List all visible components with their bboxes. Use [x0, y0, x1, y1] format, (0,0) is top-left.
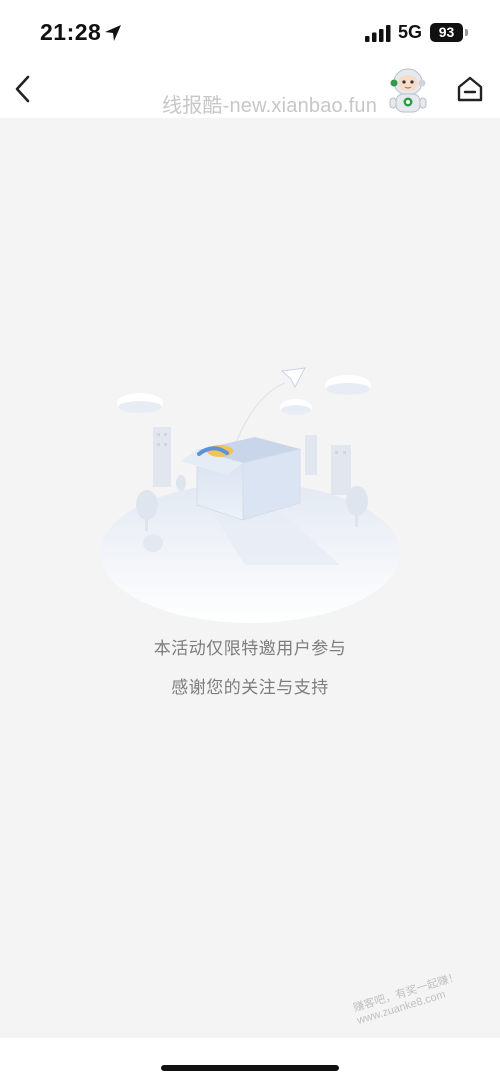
- watermark-text: 线报酷-new.xianbao.fun: [162, 95, 378, 117]
- home-icon[interactable]: [455, 74, 485, 104]
- header-area: 21:28 5G 93 线报酷-new.xianbao.fun: [0, 0, 500, 118]
- back-arrow-icon[interactable]: [8, 72, 38, 106]
- battery-tip: [465, 29, 468, 36]
- message-line-1: 本活动仅限特邀用户参与: [153, 639, 347, 658]
- battery-level: 93: [438, 24, 455, 40]
- nav-bar: 线报酷-new.xianbao.fun: [0, 62, 500, 118]
- bottom-area: [0, 1038, 500, 1083]
- robot-mascot-icon[interactable]: [386, 66, 430, 116]
- status-bar: 21:28 5G 93: [0, 0, 500, 62]
- message-line-2: 感谢您的关注与支持: [171, 678, 329, 697]
- signal-icon: [365, 25, 391, 42]
- home-indicator[interactable]: [161, 1065, 339, 1071]
- status-time: 21:28: [40, 19, 102, 45]
- corner-watermark: 赚客吧，有奖一起赚！ www.zuanke8.com: [352, 964, 493, 1042]
- network-type: 5G: [398, 22, 423, 42]
- location-arrow-icon: [105, 25, 121, 41]
- battery-icon: 93: [430, 23, 463, 42]
- empty-state-illustration: [100, 367, 400, 623]
